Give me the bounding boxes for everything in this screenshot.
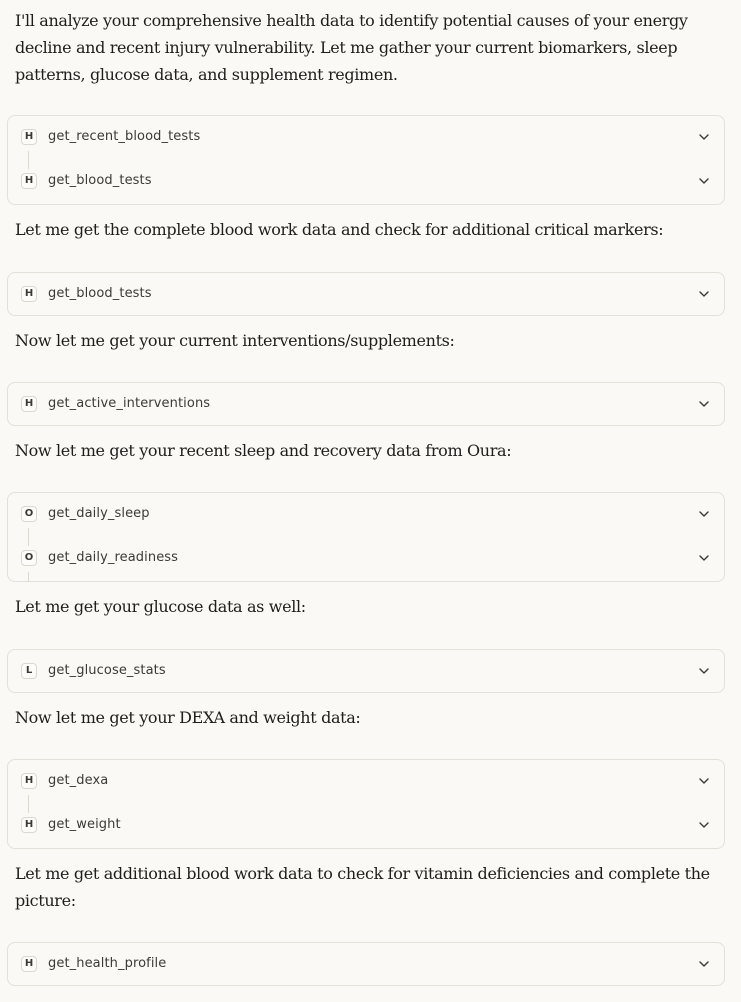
assistant-message: Let me get the complete blood work data … — [15, 220, 664, 239]
integration-badge: H — [21, 129, 37, 145]
integration-badge: H — [21, 817, 37, 833]
chevron-down-icon[interactable] — [697, 507, 711, 521]
integration-badge: H — [21, 396, 37, 412]
chevron-down-icon[interactable] — [697, 130, 711, 144]
tool-call-name: get_active_interventions — [48, 396, 211, 411]
tool-call-row[interactable]: O get_daily_sleep — [8, 493, 724, 537]
integration-badge: O — [21, 506, 37, 522]
integration-badge: L — [21, 663, 37, 679]
tool-call-name: get_glucose_stats — [48, 663, 166, 678]
tool-call-name: get_daily_readiness — [48, 550, 179, 565]
integration-badge: H — [21, 773, 37, 789]
intro-message: I'll analyze your comprehensive health d… — [15, 11, 688, 84]
tool-call-row[interactable]: H get_health_profile — [8, 943, 724, 987]
tool-call-row[interactable]: L get_glucose_stats — [8, 650, 724, 694]
chevron-down-icon[interactable] — [697, 551, 711, 565]
vertical-connector-line — [28, 572, 29, 582]
chevron-down-icon[interactable] — [697, 397, 711, 411]
integration-badge: H — [21, 173, 37, 189]
tool-call-group: L get_glucose_stats — [7, 649, 725, 693]
tool-call-group: H get_recent_blood_tests H get_blood_tes… — [7, 115, 725, 205]
chevron-down-icon[interactable] — [697, 664, 711, 678]
integration-badge: H — [21, 286, 37, 302]
assistant-message: Now let me get your DEXA and weight data… — [15, 708, 361, 727]
assistant-message: Now let me get your current intervention… — [15, 331, 455, 350]
tool-call-row[interactable]: H get_weight — [8, 804, 724, 848]
tool-call-group: O get_daily_sleep O get_daily_readiness — [7, 492, 725, 582]
tool-call-row[interactable]: O get_daily_readiness — [8, 537, 724, 581]
tool-call-name: get_health_profile — [48, 956, 167, 971]
tool-call-group: H get_dexa H get_weight — [7, 759, 725, 849]
tool-call-row[interactable]: H get_blood_tests — [8, 273, 724, 317]
tool-call-group: H get_active_interventions — [7, 382, 725, 426]
chevron-down-icon[interactable] — [697, 774, 711, 788]
tool-call-row[interactable]: H get_recent_blood_tests — [8, 116, 724, 160]
tool-call-name: get_recent_blood_tests — [48, 129, 201, 144]
assistant-message: Let me get your glucose data as well: — [15, 597, 306, 616]
integration-badge: H — [21, 956, 37, 972]
tool-call-name: get_dexa — [48, 773, 109, 788]
chevron-down-icon[interactable] — [697, 818, 711, 832]
tool-call-row[interactable]: H get_active_interventions — [8, 383, 724, 427]
chevron-down-icon[interactable] — [697, 957, 711, 971]
tool-call-row[interactable]: H get_blood_tests — [8, 160, 724, 204]
tool-call-name: get_weight — [48, 817, 121, 832]
tool-call-name: get_blood_tests — [48, 286, 152, 301]
tool-call-name: get_blood_tests — [48, 173, 152, 188]
tool-call-name: get_daily_sleep — [48, 506, 150, 521]
tool-call-group: H get_blood_tests — [7, 272, 725, 316]
chevron-down-icon[interactable] — [697, 174, 711, 188]
chevron-down-icon[interactable] — [697, 287, 711, 301]
tool-call-row[interactable]: H get_dexa — [8, 760, 724, 804]
assistant-message: Now let me get your recent sleep and rec… — [15, 441, 512, 460]
integration-badge: O — [21, 550, 37, 566]
tool-call-group: H get_health_profile — [7, 942, 725, 986]
assistant-message: Let me get additional blood work data to… — [15, 864, 710, 910]
